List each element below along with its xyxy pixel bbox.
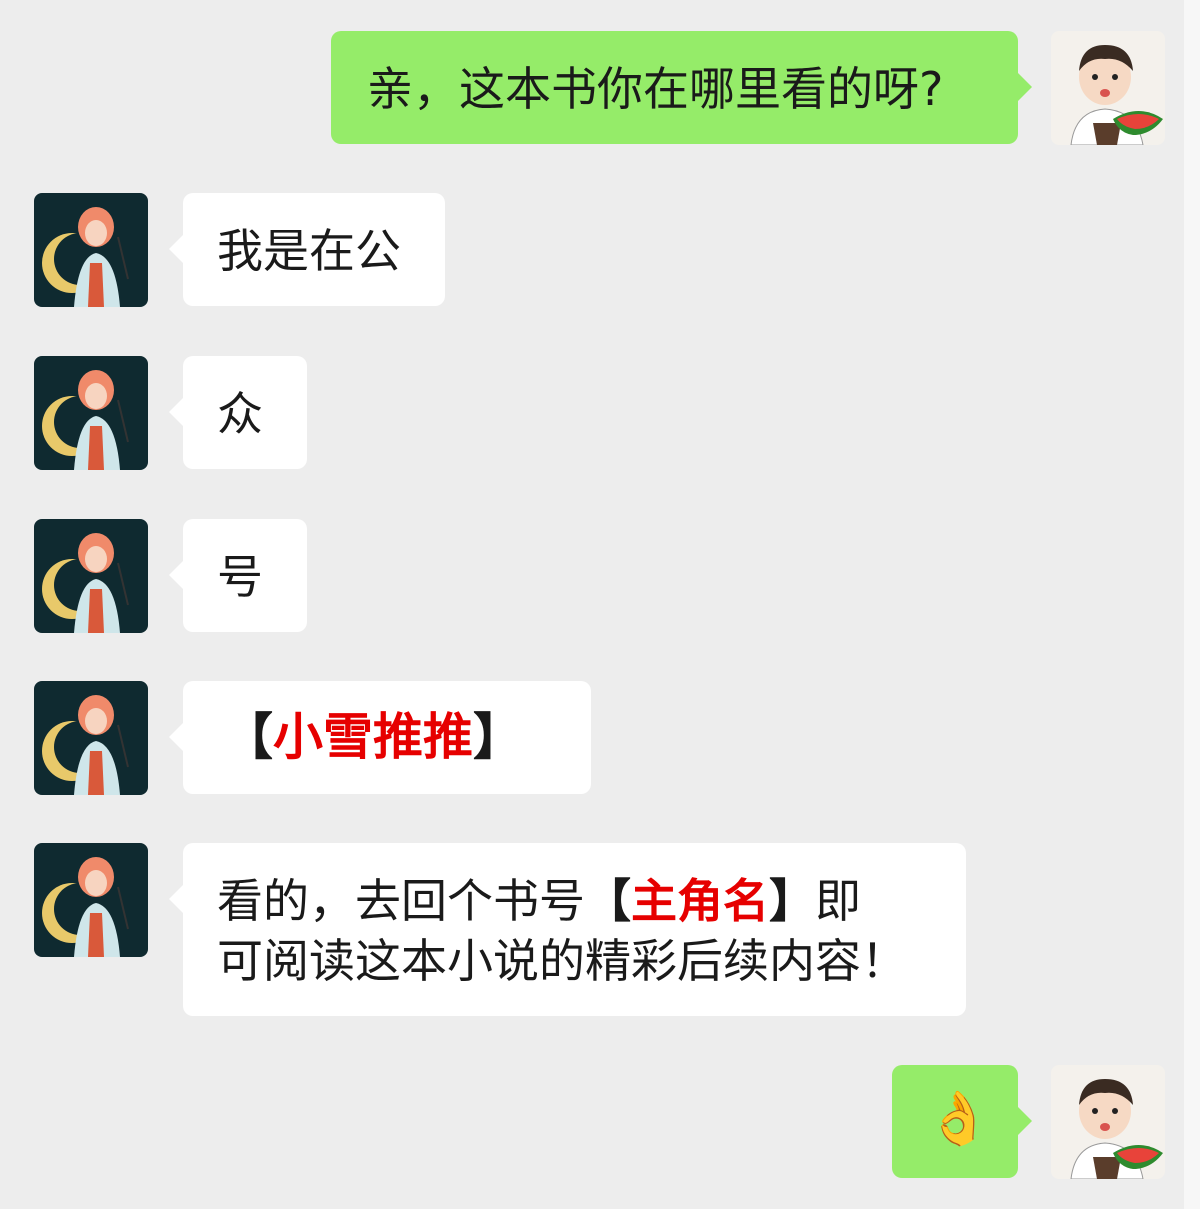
- user-avatar[interactable]: [1051, 1065, 1165, 1179]
- message-line-1: 看的，去回个书号【主角名】即: [217, 871, 966, 931]
- message-text: 号: [217, 550, 263, 604]
- bracket-open: 【: [223, 708, 273, 766]
- message-bubble-outgoing[interactable]: 亲，这本书你在哪里看的呀?: [331, 31, 1032, 144]
- highlight-text: 小雪推推: [273, 708, 473, 766]
- bubble-tail: [1018, 1107, 1032, 1135]
- anime-girl-icon: [34, 356, 148, 470]
- girl-watermelon-icon: [1051, 1065, 1165, 1179]
- contact-avatar[interactable]: [34, 681, 148, 795]
- bubble-tail: [169, 398, 183, 426]
- message-bubble-incoming[interactable]: 众: [169, 356, 307, 469]
- scrollbar[interactable]: [1184, 0, 1200, 1209]
- anime-girl-icon: [34, 843, 148, 957]
- bubble-tail: [1018, 73, 1032, 101]
- bracket-close: 】: [769, 874, 815, 928]
- user-avatar[interactable]: [1051, 31, 1165, 145]
- anime-girl-icon: [34, 193, 148, 307]
- bubble-tail: [169, 723, 183, 751]
- chat-window: 亲，这本书你在哪里看的呀? 我是在公 众 号 【小雪推推】 看的，去回个书号【主…: [0, 0, 1200, 1209]
- anime-girl-icon: [34, 519, 148, 633]
- bracket-open: 【: [585, 874, 631, 928]
- message-text: 即: [815, 874, 861, 928]
- ok-hand-emoji-icon: 👌: [926, 1089, 991, 1149]
- message-text: 看的，去回个书号: [217, 874, 585, 928]
- bubble-tail: [169, 235, 183, 263]
- message-line-2: 可阅读这本小说的精彩后续内容！: [217, 934, 907, 988]
- message-bubble-incoming[interactable]: 【小雪推推】: [169, 681, 591, 794]
- message-bubble-outgoing[interactable]: 👌: [892, 1065, 1032, 1178]
- contact-avatar[interactable]: [34, 843, 148, 957]
- highlight-text: 主角名: [631, 874, 769, 928]
- contact-avatar[interactable]: [34, 356, 148, 470]
- contact-avatar[interactable]: [34, 193, 148, 307]
- anime-girl-icon: [34, 681, 148, 795]
- bubble-tail: [169, 561, 183, 589]
- message-bubble-incoming[interactable]: 号: [169, 519, 307, 632]
- contact-avatar[interactable]: [34, 519, 148, 633]
- bubble-tail: [169, 885, 183, 913]
- message-text: 亲，这本书你在哪里看的呀?: [367, 62, 944, 116]
- girl-watermelon-icon: [1051, 31, 1165, 145]
- message-bubble-incoming[interactable]: 我是在公: [169, 193, 445, 306]
- message-text: 我是在公: [217, 224, 401, 278]
- message-bubble-incoming[interactable]: 看的，去回个书号【主角名】即 可阅读这本小说的精彩后续内容！: [169, 843, 966, 1016]
- message-text: 众: [217, 387, 263, 441]
- bracket-close: 】: [473, 708, 523, 766]
